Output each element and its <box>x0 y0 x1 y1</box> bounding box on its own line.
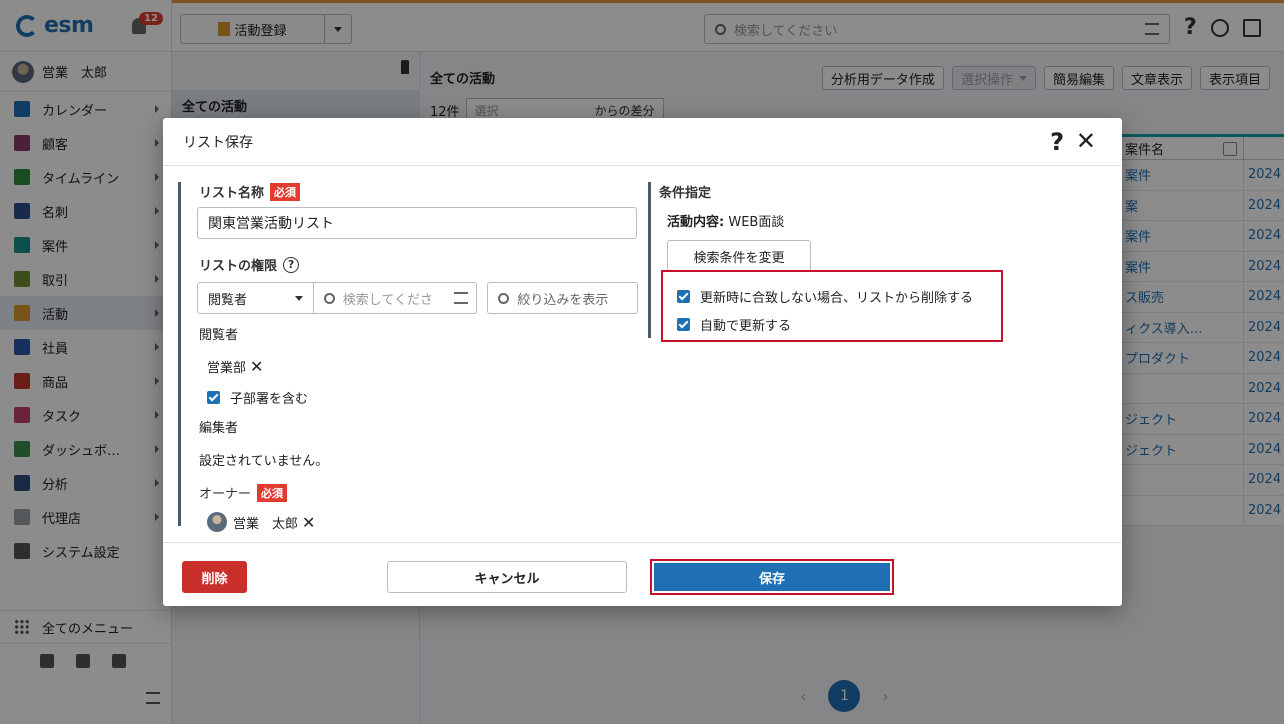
modal-footer: 削除 キャンセル 保存 <box>163 542 1122 606</box>
include-sub-checkbox[interactable]: 子部署を含む <box>207 388 638 407</box>
list-settings-column: リスト名称 必須 関東営業活動リスト リストの権限 ? 閲覧者 検索してくださ <box>178 182 638 532</box>
checkbox-checked-icon[interactable] <box>677 289 690 303</box>
auto-update-checkbox[interactable]: 自動で更新する <box>677 312 1001 336</box>
permission-role-select[interactable]: 閲覧者 <box>197 282 314 314</box>
save-button-highlight: 保存 <box>650 559 894 595</box>
remove-unmatched-checkbox[interactable]: 更新時に合致しない場合、リストから削除する <box>677 284 1001 308</box>
search-icon <box>498 292 510 304</box>
delete-button[interactable]: 削除 <box>182 561 247 593</box>
search-options-icon[interactable] <box>454 292 469 304</box>
help-icon[interactable]: ? <box>1050 128 1064 156</box>
modal-title: リスト保存 <box>183 134 253 151</box>
show-filter-label: 絞り込みを表示 <box>517 292 609 308</box>
question-circle-icon[interactable]: ? <box>283 256 300 273</box>
owner-label: オーナー 必須 <box>199 483 638 502</box>
viewer-tag-label: 営業部 <box>207 361 247 376</box>
remove-owner-icon[interactable]: ✕ <box>302 513 315 532</box>
permission-label: リストの権限 ? <box>199 255 638 274</box>
list-name-input[interactable]: 関東営業活動リスト <box>197 207 637 239</box>
save-button[interactable]: 保存 <box>654 563 890 591</box>
editors-label: 編集者 <box>199 421 239 436</box>
owner-text: オーナー <box>199 487 252 502</box>
viewer-tag: 営業部 ✕ <box>207 357 638 376</box>
remove-viewer-icon[interactable]: ✕ <box>250 357 263 376</box>
include-sub-label: 子部署を含む <box>230 392 309 407</box>
checkbox-checked-icon[interactable] <box>207 391 220 404</box>
required-badge: 必須 <box>257 483 288 502</box>
list-name-label: リスト名称 必須 <box>199 182 638 201</box>
viewers-label: 閲覧者 <box>199 328 239 343</box>
required-badge: 必須 <box>270 182 301 201</box>
remove-unmatched-label: 更新時に合致しない場合、リストから削除する <box>700 290 974 306</box>
modal-header: リスト保存 ? ✕ <box>163 118 1122 166</box>
app-window: esm 12 営業 太郎 カレンダー 顧客 タイムライン 名刺 案件 取引 活動 社員 商品 タス… <box>0 0 1284 724</box>
update-options-highlight: 更新時に合致しない場合、リストから削除する 自動で更新する <box>661 270 1003 342</box>
editors-none-text: 設定されていません。 <box>199 454 329 469</box>
condition-summary: 活動内容: WEB面談 <box>667 211 1108 230</box>
change-condition-button[interactable]: 検索条件を変更 <box>667 240 811 272</box>
cancel-button[interactable]: キャンセル <box>387 561 627 593</box>
close-icon[interactable]: ✕ <box>1076 127 1096 155</box>
chevron-down-icon <box>294 295 303 301</box>
condition-key: 活動内容: <box>667 215 725 230</box>
permission-text: リストの権限 <box>199 259 278 274</box>
search-icon <box>323 292 335 304</box>
condition-label: 条件指定 <box>659 186 712 201</box>
save-list-modal: リスト保存 ? ✕ リスト名称 必須 関東営業活動リスト リストの権限 ? 閲覧… <box>163 118 1122 606</box>
permission-search-placeholder: 検索してくださ <box>342 292 433 308</box>
permission-row: 閲覧者 検索してくださ 絞り込みを表示 <box>197 282 638 314</box>
permission-role-value: 閲覧者 <box>208 292 248 308</box>
auto-update-label: 自動で更新する <box>700 318 792 334</box>
list-name-text: リスト名称 <box>199 186 265 201</box>
permission-search-input[interactable]: 検索してくださ <box>313 282 478 314</box>
condition-value: WEB面談 <box>728 215 785 230</box>
owner-tag: 営業 太郎 ✕ <box>207 512 638 532</box>
owner-name: 営業 太郎 <box>233 516 299 532</box>
owner-avatar <box>207 512 227 532</box>
checkbox-checked-icon[interactable] <box>677 317 690 331</box>
show-filter-button[interactable]: 絞り込みを表示 <box>487 282 638 314</box>
